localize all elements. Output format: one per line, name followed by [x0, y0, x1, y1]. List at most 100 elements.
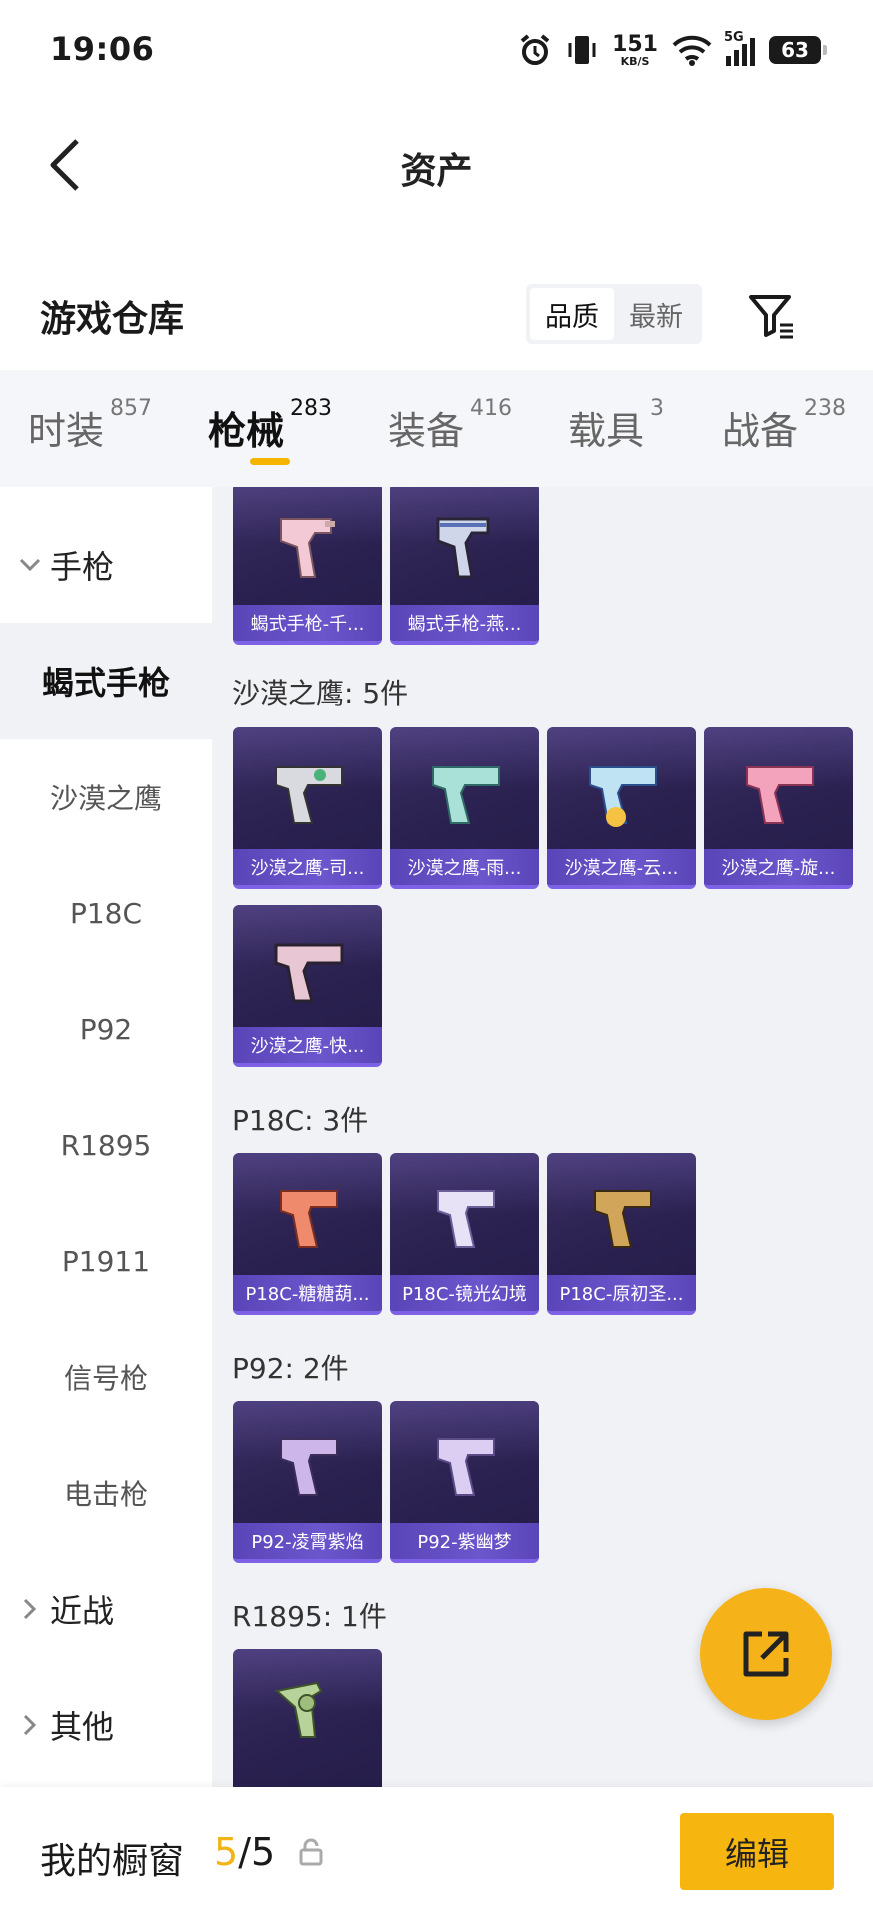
sidebar-group-melee[interactable]: 近战	[0, 1551, 212, 1667]
pistol-image	[547, 1153, 696, 1278]
status-bar: 19:06 151 KB/S 5G 63	[0, 0, 873, 100]
item-card[interactable]: 沙漠之鹰-司...	[233, 727, 382, 889]
item-name: 沙漠之鹰-旋...	[704, 849, 853, 885]
net-speed-unit: KB/S	[620, 54, 650, 68]
item-name: 蝎式手枪-千...	[233, 605, 382, 641]
filter-button[interactable]	[742, 286, 802, 346]
tab-count: 416	[470, 396, 513, 421]
app-header: 资产	[0, 110, 873, 220]
item-name: 蝎式手枪-燕...	[390, 605, 539, 641]
showcase-current: 5	[214, 1830, 239, 1874]
pistol-image	[547, 727, 696, 852]
chevron-right-icon	[23, 1598, 37, 1620]
battery-level: 63	[781, 38, 809, 62]
tab-count: 3	[650, 396, 665, 421]
filter-icon	[749, 295, 793, 339]
sidebar-item-scorpion[interactable]: 蝎式手枪	[0, 623, 212, 739]
sidebar-group-label: 其他	[50, 1708, 115, 1746]
tab-count: 238	[804, 396, 847, 421]
revolver-image	[233, 1649, 382, 1774]
edit-button[interactable]: 编辑	[680, 1813, 834, 1890]
net-speed: 151 KB/S	[612, 33, 658, 68]
item-name: 沙漠之鹰-快...	[233, 1027, 382, 1063]
pistol-image	[233, 487, 382, 608]
tab-count: 857	[110, 396, 153, 421]
item-card[interactable]: 蝎式手枪-燕...	[390, 487, 539, 645]
item-name: 沙漠之鹰-云...	[547, 849, 696, 885]
tab-equipment[interactable]: 装备 416	[388, 396, 512, 455]
showcase-total: /5	[238, 1830, 276, 1874]
item-name: P18C-镜光幻境	[390, 1275, 539, 1311]
signal-icon: 5G	[724, 30, 755, 66]
item-card[interactable]: 沙漠之鹰-雨...	[390, 727, 539, 889]
active-tab-indicator	[250, 458, 290, 465]
section-head: 游戏仓库 品质 最新	[0, 270, 873, 360]
item-card[interactable]	[233, 1649, 382, 1787]
tab-label: 战备	[722, 409, 799, 453]
item-name: 沙漠之鹰-司...	[233, 849, 382, 885]
pistol-image	[390, 1153, 539, 1278]
sidebar-item-p1911[interactable]: P1911	[0, 1203, 212, 1319]
bottom-bar: 我的橱窗 5/5 编辑	[0, 1787, 873, 1920]
sidebar-item-r1895[interactable]: R1895	[0, 1087, 212, 1203]
item-name: P18C-原初圣...	[547, 1275, 696, 1311]
pistol-image	[233, 727, 382, 852]
pistol-image	[390, 1401, 539, 1526]
sidebar-group-other[interactable]: 其他	[0, 1667, 212, 1783]
sidebar-group-label: 近战	[50, 1592, 115, 1630]
item-card[interactable]: 沙漠之鹰-云...	[547, 727, 696, 889]
tab-fashion[interactable]: 时装 857	[28, 396, 152, 455]
item-card[interactable]: P18C-糖糖葫...	[233, 1153, 382, 1315]
sort-latest-button[interactable]: 最新	[614, 288, 698, 340]
tab-label: 时装	[28, 409, 105, 453]
chevron-down-icon	[19, 558, 41, 572]
category-tabs: 时装 857 枪械 283 装备 416 载具 3 战备 238	[0, 370, 873, 487]
tab-label: 载具	[568, 409, 645, 453]
pistol-image	[390, 487, 539, 608]
item-card[interactable]: P18C-原初圣...	[547, 1153, 696, 1315]
page-title: 资产	[400, 151, 473, 192]
pistol-image	[233, 905, 382, 1030]
item-card[interactable]: 沙漠之鹰-旋...	[704, 727, 853, 889]
tab-tactical[interactable]: 战备 238	[722, 396, 846, 455]
pistol-image	[233, 1153, 382, 1278]
pistol-image	[704, 727, 853, 852]
group-title-r1895: R1895: 1件	[232, 1600, 387, 1633]
pistol-image	[233, 1401, 382, 1526]
status-time: 19:06	[50, 30, 155, 68]
item-card[interactable]: P92-紫幽梦	[390, 1401, 539, 1563]
share-button[interactable]	[700, 1588, 832, 1720]
sidebar-group-pistol[interactable]: 手枪	[0, 507, 212, 623]
item-card[interactable]: 蝎式手枪-千...	[233, 487, 382, 645]
sidebar-item-p92[interactable]: P92	[0, 971, 212, 1087]
network-type: 5G	[724, 30, 744, 45]
item-card[interactable]: P18C-镜光幻境	[390, 1153, 539, 1315]
tab-label: 装备	[388, 409, 465, 453]
sort-toggle: 品质 最新	[526, 284, 702, 344]
showcase-label: 我的橱窗	[40, 1841, 185, 1882]
sidebar-group-label: 手枪	[50, 548, 115, 586]
tab-firearms[interactable]: 枪械 283	[208, 396, 332, 455]
sidebar-item-desert-eagle[interactable]: 沙漠之鹰	[0, 739, 212, 855]
share-icon	[743, 1631, 789, 1677]
sidebar-item-p18c[interactable]: P18C	[0, 855, 212, 971]
tab-label: 枪械	[208, 409, 285, 453]
item-card[interactable]: P92-凌霄紫焰	[233, 1401, 382, 1563]
showcase-count: 5/5	[214, 1830, 275, 1874]
item-name: P18C-糖糖葫...	[233, 1275, 382, 1311]
sort-quality-button[interactable]: 品质	[530, 288, 614, 340]
section-title: 游戏仓库	[40, 299, 185, 340]
tab-vehicles[interactable]: 载具 3	[568, 396, 664, 455]
sidebar: 手枪 蝎式手枪 沙漠之鹰 P18C P92 R1895 P1911 信号枪 电击…	[0, 487, 212, 1787]
chevron-right-icon	[23, 1714, 37, 1736]
wifi-icon	[672, 35, 712, 66]
group-title-desert-eagle: 沙漠之鹰: 5件	[232, 677, 409, 710]
group-title-p18c: P18C: 3件	[232, 1104, 369, 1137]
item-name: 沙漠之鹰-雨...	[390, 849, 539, 885]
sidebar-item-flare-gun[interactable]: 信号枪	[0, 1319, 212, 1435]
item-card[interactable]: 沙漠之鹰-快...	[233, 905, 382, 1067]
vibrate-icon	[568, 36, 596, 64]
alarm-icon	[520, 34, 550, 65]
item-name: P92-凌霄紫焰	[233, 1523, 382, 1559]
sidebar-item-stun-gun[interactable]: 电击枪	[0, 1435, 212, 1551]
